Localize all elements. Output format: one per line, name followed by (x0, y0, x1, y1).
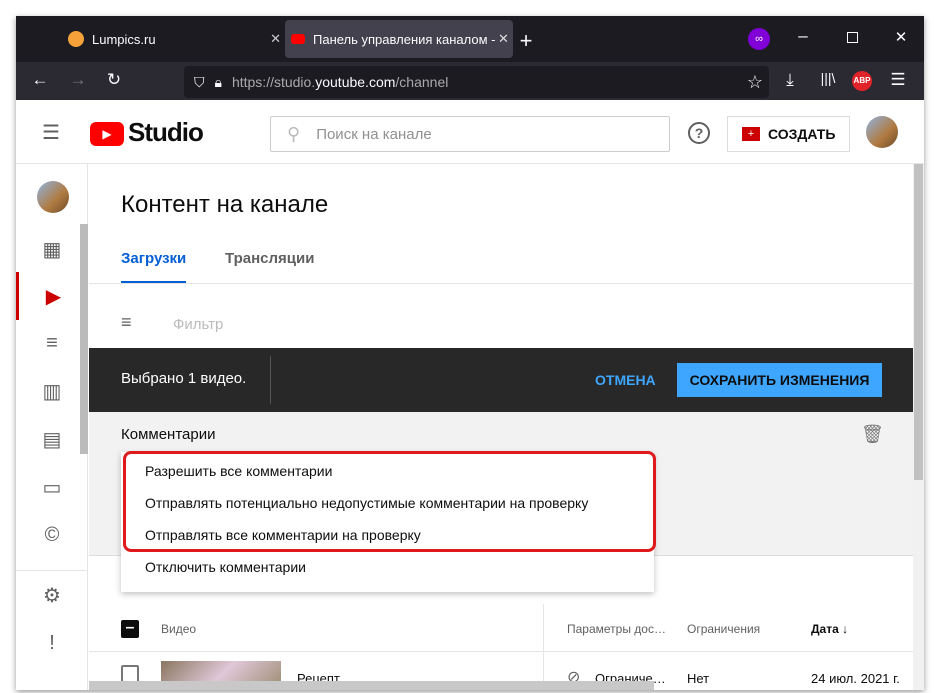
library-icon[interactable]: |||\ (816, 70, 840, 86)
menu-item-disable[interactable]: Отключить комментарии (145, 559, 306, 575)
sidebar-scrollbar[interactable] (80, 224, 88, 454)
video-camera-icon: + (742, 127, 760, 141)
search-input[interactable]: ⚲ Поиск на канале (270, 116, 670, 152)
create-label: СОЗДАТЬ (768, 126, 836, 142)
help-icon[interactable]: ? (688, 122, 710, 144)
youtube-icon (291, 34, 305, 44)
tab-live[interactable]: Трансляции (225, 250, 314, 267)
youtube-logo-icon[interactable]: ▶ (90, 122, 124, 146)
hamburger-icon[interactable]: ☰ (42, 120, 60, 145)
orange-icon (68, 31, 84, 47)
tab-title: Lumpics.ru (92, 31, 156, 47)
maximize-button[interactable] (847, 32, 858, 43)
minimize-button[interactable]: – (793, 26, 813, 46)
tab-lumpics[interactable]: Lumpics.ru ✕ (56, 20, 281, 58)
studio-logo[interactable]: Studio (128, 117, 204, 148)
url-bar[interactable]: ⛉ 🔒︎ https://studio. youtube.com/channel … (184, 66, 769, 98)
url-prefix: https://studio. (231, 74, 316, 90)
tab-uploads[interactable]: Загрузки (121, 250, 187, 284)
tab-bar: Lumpics.ru ✕ Панель управления каналом -… (16, 16, 924, 62)
bookmark-star-icon[interactable]: ☆ (747, 72, 763, 93)
search-icon: ⚲ (287, 123, 301, 144)
comments-icon[interactable]: ▤ (16, 415, 88, 463)
nav-bar: ← → ↻ ⛉ 🔒︎ https://studio. youtube.com/ch… (16, 62, 924, 100)
browser-window: Lumpics.ru ✕ Панель управления каналом -… (16, 16, 924, 690)
download-icon[interactable]: ⤓ (780, 70, 800, 90)
lock-icon: 🔒︎ (214, 73, 222, 90)
copyright-icon[interactable]: © (16, 511, 88, 559)
back-icon[interactable]: ← (30, 70, 50, 90)
restrictions-value: Нет (687, 671, 710, 686)
column-visibility[interactable]: Параметры дос… (567, 622, 666, 636)
date-value: 24 июл. 2021 г. (811, 671, 900, 686)
adblock-icon[interactable]: ABP (852, 71, 872, 91)
avatar[interactable] (866, 116, 898, 148)
sidebar: ▦ ▶ ≡ ▥ ▤ ▭ © ⚙ ! (16, 164, 88, 690)
dashboard-icon[interactable]: ▦ (16, 225, 88, 273)
save-changes-button[interactable]: СОХРАНИТЬ ИЗМЕНЕНИЯ (677, 363, 882, 397)
menu-icon[interactable]: ☰ (888, 70, 908, 90)
close-tab-icon[interactable]: ✕ (498, 31, 509, 47)
playlists-icon[interactable]: ≡ (16, 319, 88, 367)
url-path: /channel (395, 74, 449, 90)
selection-count: Выбрано 1 видео. (121, 370, 247, 387)
studio-header: ☰ ▶ Studio ⚲ Поиск на канале ? + СОЗДАТЬ (16, 100, 924, 164)
column-date[interactable]: Дата ↓ (811, 622, 848, 636)
main-content: Контент на канале Загрузки Трансляции ≡ … (89, 164, 913, 690)
select-all-checkbox[interactable]: – (121, 620, 139, 638)
delete-icon[interactable]: 🗑︎ (861, 424, 884, 445)
horizontal-scrollbar[interactable] (89, 681, 654, 690)
reload-icon[interactable]: ↻ (104, 70, 124, 90)
analytics-icon[interactable]: ▥ (16, 367, 88, 415)
private-browsing-icon: ∞ (748, 28, 770, 50)
vertical-scrollbar-track[interactable] (913, 164, 924, 690)
url-host: youtube.com (315, 74, 396, 90)
selection-bar: Выбрано 1 видео. ОТМЕНА СОХРАНИТЬ ИЗМЕНЕ… (89, 348, 913, 412)
search-placeholder: Поиск на канале (316, 125, 432, 143)
forward-icon[interactable]: → (68, 70, 88, 90)
table-header: – Видео Параметры дос… Ограничения Дата … (89, 604, 913, 690)
new-tab-button[interactable]: + (516, 28, 536, 54)
cancel-button[interactable]: ОТМЕНА (595, 372, 656, 388)
page-title: Контент на канале (121, 191, 329, 218)
column-video[interactable]: Видео (161, 622, 196, 636)
channel-avatar[interactable] (37, 181, 69, 213)
edit-field-label: Комментарии (121, 426, 216, 443)
subtitles-icon[interactable]: ▭ (16, 463, 88, 511)
feedback-icon[interactable]: ! (16, 619, 88, 667)
column-restrictions[interactable]: Ограничения (687, 622, 760, 636)
tab-studio[interactable]: Панель управления каналом - ✕ (285, 20, 513, 58)
divider (270, 356, 271, 404)
vertical-scrollbar-thumb[interactable] (914, 164, 923, 480)
filter-icon[interactable]: ≡ (121, 312, 132, 333)
create-button[interactable]: + СОЗДАТЬ (727, 116, 850, 152)
divider (89, 283, 913, 284)
shield-icon: ⛉ (194, 73, 205, 90)
content-icon[interactable]: ▶ (16, 272, 88, 320)
close-tab-icon[interactable]: ✕ (270, 31, 281, 47)
close-window-button[interactable]: ✕ (891, 28, 911, 46)
filter-input[interactable]: Фильтр (173, 316, 223, 333)
settings-icon[interactable]: ⚙ (16, 571, 88, 619)
tab-title: Панель управления каналом - (313, 31, 496, 47)
highlight-box (123, 451, 656, 552)
